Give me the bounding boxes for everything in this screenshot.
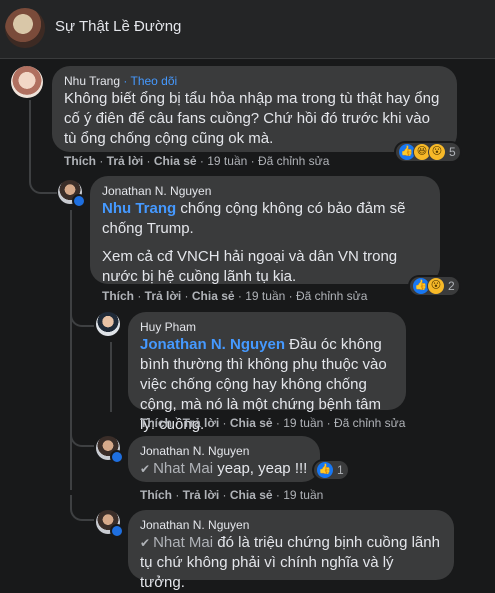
reaction-count: 5 bbox=[449, 145, 456, 159]
avatar-nhu-trang[interactable] bbox=[11, 66, 43, 98]
like-reaction-icon: 👍 bbox=[316, 461, 334, 479]
mention-tag[interactable]: Jonathan N. Nguyen bbox=[140, 336, 285, 353]
timestamp[interactable]: 19 tuần bbox=[283, 416, 323, 430]
like-button[interactable]: Thích bbox=[64, 154, 96, 168]
comment-bubble: Huy Pham Jonathan N. Nguyen Đầu óc không… bbox=[128, 312, 406, 433]
like-button[interactable]: Thích bbox=[102, 289, 134, 303]
thread-branch-4 bbox=[70, 495, 94, 521]
timestamp[interactable]: 19 tuần bbox=[245, 289, 285, 303]
wow-reaction-icon: 😮 bbox=[428, 143, 446, 161]
group-header: Sự Thật Lề Đường bbox=[0, 0, 495, 59]
thread-line-reply bbox=[70, 210, 72, 490]
online-status-icon bbox=[110, 524, 124, 538]
comment-author[interactable]: Jonathan N. Nguyen bbox=[102, 183, 428, 199]
comment-actions: Thích · Trả lời · Chia sẻ · 19 tuần · Đã… bbox=[102, 289, 368, 303]
reaction-count: 1 bbox=[337, 463, 344, 477]
reply-arrow-icon: ✔ bbox=[140, 536, 151, 550]
comment-text: Không biết ổng bị tẩu hỏa nhập ma trong … bbox=[64, 90, 440, 147]
reply-button[interactable]: Trả lời bbox=[145, 289, 182, 303]
comment-bubble: Nhu Trang · Theo dõi Không biết ổng bị t… bbox=[52, 66, 457, 152]
share-button[interactable]: Chia sẻ bbox=[230, 488, 273, 502]
avatar-huy-pham[interactable] bbox=[96, 312, 120, 336]
share-button[interactable]: Chia sẻ bbox=[154, 154, 197, 168]
share-button[interactable]: Chia sẻ bbox=[230, 416, 273, 430]
comment-bubble: Jonathan N. Nguyen ✔ Nhat Mai yeap, yeap … bbox=[128, 436, 320, 482]
thread-branch-3 bbox=[70, 423, 94, 447]
online-status-icon bbox=[72, 194, 86, 208]
thread-line-main bbox=[29, 100, 31, 178]
online-status-icon bbox=[110, 450, 124, 464]
thread-branch-2 bbox=[70, 305, 94, 327]
reply-button[interactable]: Trả lời bbox=[183, 488, 220, 502]
comment-actions: Thích · Trả lời · Chia sẻ · 19 tuần · Đã… bbox=[64, 154, 330, 168]
reaction-count: 2 bbox=[448, 279, 455, 293]
timestamp[interactable]: 19 tuần bbox=[207, 154, 247, 168]
edited-label: Đã chỉnh sửa bbox=[257, 154, 330, 168]
reaction-summary[interactable]: 👍 😆 😮 5 bbox=[396, 143, 460, 161]
comment-author[interactable]: Huy Pham bbox=[140, 319, 394, 335]
reaction-summary[interactable]: 👍 😮 2 bbox=[410, 277, 459, 295]
comment-text: Nhu Trang chống cộng không có bảo đảm sẽ… bbox=[102, 200, 406, 237]
comment-text: ✔ Nhat Mai đó là triệu chứng bịnh cuồng l… bbox=[140, 534, 440, 591]
reply-button[interactable]: Trả lời bbox=[183, 416, 220, 430]
comment-bubble: Jonathan N. Nguyen ✔ Nhat Mai đó là triệu… bbox=[128, 510, 454, 591]
comment-author[interactable]: Jonathan N. Nguyen bbox=[140, 443, 308, 459]
comment-author: Nhu Trang · Theo dõi bbox=[64, 73, 445, 89]
comment-text: ✔ Nhat Mai yeap, yeap !!! bbox=[140, 460, 308, 477]
wow-reaction-icon: 😮 bbox=[427, 277, 445, 295]
share-button[interactable]: Chia sẻ bbox=[192, 289, 235, 303]
group-title[interactable]: Sự Thật Lề Đường bbox=[55, 18, 181, 35]
comment-text-paragraph: Xem cả cđ VNCH hải ngoại và dân VN trong… bbox=[102, 248, 398, 285]
author-name[interactable]: Nhu Trang bbox=[64, 74, 120, 88]
edited-label: Đã chỉnh sửa bbox=[333, 416, 406, 430]
reply-arrow-icon: ✔ bbox=[140, 462, 151, 476]
edited-label: Đã chỉnh sửa bbox=[295, 289, 368, 303]
reply-button[interactable]: Trả lời bbox=[107, 154, 144, 168]
timestamp[interactable]: 19 tuần bbox=[283, 488, 323, 502]
reaction-summary[interactable]: 👍 1 bbox=[314, 461, 348, 479]
follow-link[interactable]: · Theo dõi bbox=[120, 74, 177, 88]
like-button[interactable]: Thích bbox=[140, 416, 172, 430]
thread-branch-1 bbox=[29, 168, 57, 194]
comment-bubble: Jonathan N. Nguyen Nhu Trang chống cộng … bbox=[90, 176, 440, 285]
group-avatar[interactable] bbox=[5, 8, 45, 48]
mention-tag[interactable]: Nhu Trang bbox=[102, 200, 176, 217]
thread-line-nested bbox=[110, 342, 112, 412]
mention-tag[interactable]: Nhat Mai bbox=[153, 460, 213, 477]
comment-actions: Thích · Trả lời · Chia sẻ · 19 tuần · Đã… bbox=[140, 416, 406, 430]
like-button[interactable]: Thích bbox=[140, 488, 172, 502]
comment-actions: Thích · Trả lời · Chia sẻ · 19 tuần bbox=[140, 488, 324, 502]
comment-author[interactable]: Jonathan N. Nguyen bbox=[140, 517, 442, 533]
mention-tag[interactable]: Nhat Mai bbox=[153, 534, 213, 551]
